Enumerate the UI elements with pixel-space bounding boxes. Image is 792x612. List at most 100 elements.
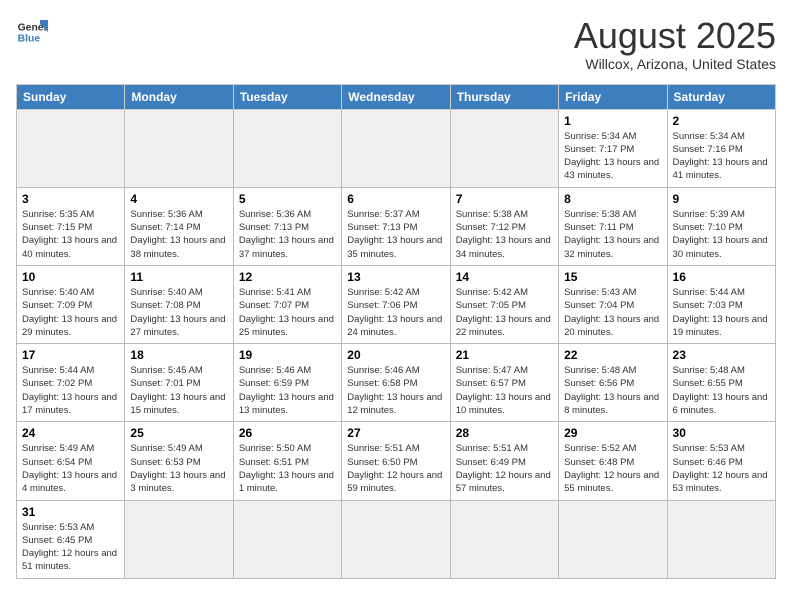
calendar-header: Sunday Monday Tuesday Wednesday Thursday…: [17, 84, 776, 109]
calendar-cell: 9 Sunrise: 5:39 AM Sunset: 7:10 PM Daylig…: [667, 187, 775, 265]
calendar-cell: [17, 109, 125, 187]
day-info: Sunrise: 5:40 AM Sunset: 7:08 PM Dayligh…: [130, 286, 227, 339]
col-friday: Friday: [559, 84, 667, 109]
calendar-cell: 27 Sunrise: 5:51 AM Sunset: 6:50 PM Dayli…: [342, 422, 450, 500]
day-number: 9: [673, 192, 770, 206]
calendar-cell: 2 Sunrise: 5:34 AM Sunset: 7:16 PM Daylig…: [667, 109, 775, 187]
day-number: 24: [22, 426, 119, 440]
day-info: Sunrise: 5:49 AM Sunset: 6:53 PM Dayligh…: [130, 442, 227, 495]
day-number: 14: [456, 270, 553, 284]
day-info: Sunrise: 5:50 AM Sunset: 6:51 PM Dayligh…: [239, 442, 336, 495]
day-number: 2: [673, 114, 770, 128]
calendar-cell: 3 Sunrise: 5:35 AM Sunset: 7:15 PM Daylig…: [17, 187, 125, 265]
calendar-table: Sunday Monday Tuesday Wednesday Thursday…: [16, 84, 776, 579]
calendar-cell: 28 Sunrise: 5:51 AM Sunset: 6:49 PM Dayli…: [450, 422, 558, 500]
calendar-cell: 24 Sunrise: 5:49 AM Sunset: 6:54 PM Dayli…: [17, 422, 125, 500]
calendar-week-row: 17Sunrise: 5:44 AM Sunset: 7:02 PM Dayli…: [17, 344, 776, 422]
day-number: 7: [456, 192, 553, 206]
day-number: 29: [564, 426, 661, 440]
calendar-cell: 26 Sunrise: 5:50 AM Sunset: 6:51 PM Dayli…: [233, 422, 341, 500]
day-info: Sunrise: 5:38 AM Sunset: 7:12 PM Dayligh…: [456, 208, 553, 261]
day-info: Sunrise: 5:34 AM Sunset: 7:16 PM Dayligh…: [673, 130, 770, 183]
generalblue-logo-icon: General Blue: [16, 16, 48, 48]
calendar-body: 1 Sunrise: 5:34 AM Sunset: 7:17 PM Daylig…: [17, 109, 776, 578]
calendar-cell: 23Sunrise: 5:48 AM Sunset: 6:55 PM Dayli…: [667, 344, 775, 422]
day-info: Sunrise: 5:42 AM Sunset: 7:06 PM Dayligh…: [347, 286, 444, 339]
calendar-title: August 2025: [574, 16, 776, 56]
day-info: Sunrise: 5:37 AM Sunset: 7:13 PM Dayligh…: [347, 208, 444, 261]
calendar-cell: 11 Sunrise: 5:40 AM Sunset: 7:08 PM Dayli…: [125, 265, 233, 343]
day-info: Sunrise: 5:51 AM Sunset: 6:49 PM Dayligh…: [456, 442, 553, 495]
calendar-cell: 21Sunrise: 5:47 AM Sunset: 6:57 PM Dayli…: [450, 344, 558, 422]
col-thursday: Thursday: [450, 84, 558, 109]
calendar-cell: 14 Sunrise: 5:42 AM Sunset: 7:05 PM Dayli…: [450, 265, 558, 343]
col-sunday: Sunday: [17, 84, 125, 109]
col-wednesday: Wednesday: [342, 84, 450, 109]
day-number: 28: [456, 426, 553, 440]
calendar-cell: [450, 109, 558, 187]
day-info: Sunrise: 5:38 AM Sunset: 7:11 PM Dayligh…: [564, 208, 661, 261]
day-number: 18: [130, 348, 227, 362]
day-number: 5: [239, 192, 336, 206]
calendar-cell: 10 Sunrise: 5:40 AM Sunset: 7:09 PM Dayli…: [17, 265, 125, 343]
calendar-cell: 17Sunrise: 5:44 AM Sunset: 7:02 PM Dayli…: [17, 344, 125, 422]
day-info: Sunrise: 5:34 AM Sunset: 7:17 PM Dayligh…: [564, 130, 661, 183]
day-number: 8: [564, 192, 661, 206]
day-number: 20: [347, 348, 444, 362]
day-info: Sunrise: 5:51 AM Sunset: 6:50 PM Dayligh…: [347, 442, 444, 495]
day-info: Sunrise: 5:40 AM Sunset: 7:09 PM Dayligh…: [22, 286, 119, 339]
page-header: General Blue August 2025 Willcox, Arizon…: [16, 16, 776, 72]
day-number: 6: [347, 192, 444, 206]
day-info: Sunrise: 5:44 AM Sunset: 7:03 PM Dayligh…: [673, 286, 770, 339]
day-number: 27: [347, 426, 444, 440]
calendar-cell: 4Sunrise: 5:36 AM Sunset: 7:14 PM Daylig…: [125, 187, 233, 265]
calendar-cell: 12Sunrise: 5:41 AM Sunset: 7:07 PM Dayli…: [233, 265, 341, 343]
day-info: Sunrise: 5:48 AM Sunset: 6:56 PM Dayligh…: [564, 364, 661, 417]
day-info: Sunrise: 5:46 AM Sunset: 6:58 PM Dayligh…: [347, 364, 444, 417]
day-info: Sunrise: 5:53 AM Sunset: 6:46 PM Dayligh…: [673, 442, 770, 495]
day-number: 3: [22, 192, 119, 206]
calendar-week-row: 3 Sunrise: 5:35 AM Sunset: 7:15 PM Daylig…: [17, 187, 776, 265]
calendar-cell: [342, 500, 450, 578]
day-number: 1: [564, 114, 661, 128]
calendar-cell: 16 Sunrise: 5:44 AM Sunset: 7:03 PM Dayli…: [667, 265, 775, 343]
header-row: Sunday Monday Tuesday Wednesday Thursday…: [17, 84, 776, 109]
logo: General Blue: [16, 16, 48, 48]
day-info: Sunrise: 5:42 AM Sunset: 7:05 PM Dayligh…: [456, 286, 553, 339]
calendar-cell: 19 Sunrise: 5:46 AM Sunset: 6:59 PM Dayli…: [233, 344, 341, 422]
day-info: Sunrise: 5:36 AM Sunset: 7:14 PM Dayligh…: [130, 208, 227, 261]
day-number: 11: [130, 270, 227, 284]
day-number: 10: [22, 270, 119, 284]
calendar-cell: [667, 500, 775, 578]
day-info: Sunrise: 5:49 AM Sunset: 6:54 PM Dayligh…: [22, 442, 119, 495]
day-number: 23: [673, 348, 770, 362]
calendar-cell: [559, 500, 667, 578]
col-monday: Monday: [125, 84, 233, 109]
day-info: Sunrise: 5:53 AM Sunset: 6:45 PM Dayligh…: [22, 521, 119, 574]
day-number: 19: [239, 348, 336, 362]
title-section: August 2025 Willcox, Arizona, United Sta…: [574, 16, 776, 72]
calendar-cell: 8 Sunrise: 5:38 AM Sunset: 7:11 PM Daylig…: [559, 187, 667, 265]
day-info: Sunrise: 5:43 AM Sunset: 7:04 PM Dayligh…: [564, 286, 661, 339]
calendar-cell: 15Sunrise: 5:43 AM Sunset: 7:04 PM Dayli…: [559, 265, 667, 343]
day-info: Sunrise: 5:47 AM Sunset: 6:57 PM Dayligh…: [456, 364, 553, 417]
day-number: 22: [564, 348, 661, 362]
calendar-cell: [125, 109, 233, 187]
day-number: 16: [673, 270, 770, 284]
day-number: 12: [239, 270, 336, 284]
calendar-cell: 20 Sunrise: 5:46 AM Sunset: 6:58 PM Dayli…: [342, 344, 450, 422]
col-saturday: Saturday: [667, 84, 775, 109]
calendar-cell: 6 Sunrise: 5:37 AM Sunset: 7:13 PM Daylig…: [342, 187, 450, 265]
day-number: 26: [239, 426, 336, 440]
day-info: Sunrise: 5:46 AM Sunset: 6:59 PM Dayligh…: [239, 364, 336, 417]
day-info: Sunrise: 5:39 AM Sunset: 7:10 PM Dayligh…: [673, 208, 770, 261]
svg-text:Blue: Blue: [18, 34, 41, 45]
calendar-cell: 31 Sunrise: 5:53 AM Sunset: 6:45 PM Dayli…: [17, 500, 125, 578]
day-info: Sunrise: 5:35 AM Sunset: 7:15 PM Dayligh…: [22, 208, 119, 261]
day-info: Sunrise: 5:45 AM Sunset: 7:01 PM Dayligh…: [130, 364, 227, 417]
day-number: 31: [22, 505, 119, 519]
calendar-cell: 5Sunrise: 5:36 AM Sunset: 7:13 PM Daylig…: [233, 187, 341, 265]
day-number: 17: [22, 348, 119, 362]
calendar-cell: [233, 109, 341, 187]
calendar-cell: [233, 500, 341, 578]
